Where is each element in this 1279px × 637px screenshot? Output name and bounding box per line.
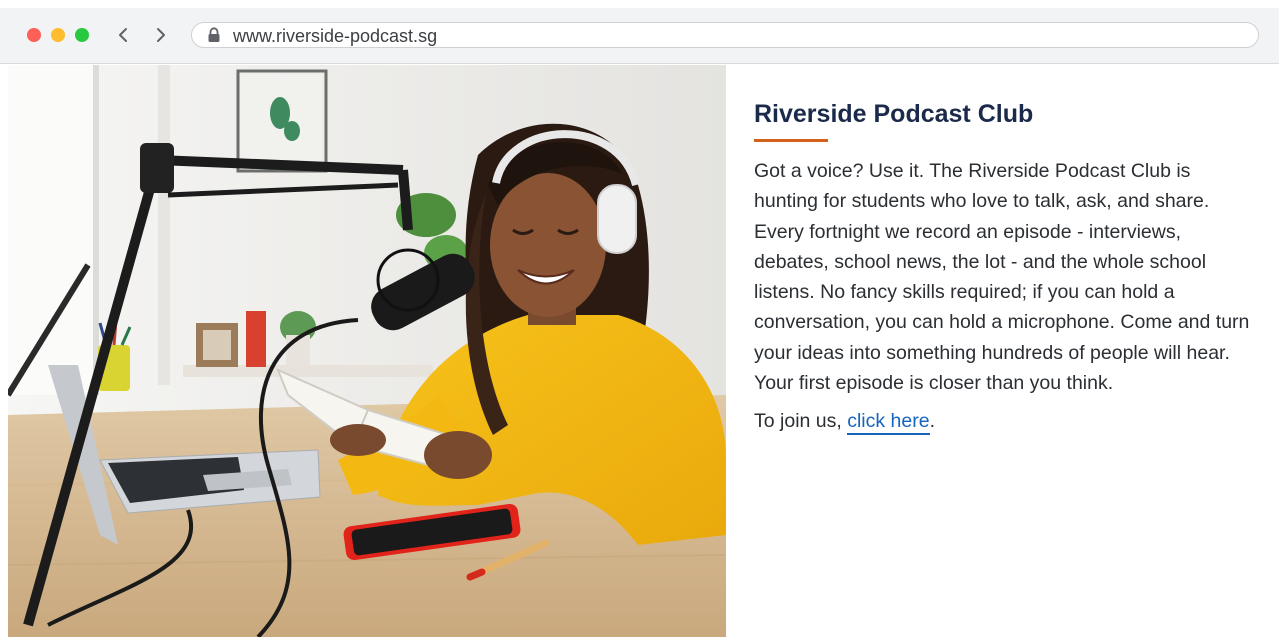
back-button[interactable] bbox=[111, 22, 135, 48]
hero-photo bbox=[8, 65, 726, 637]
forward-button[interactable] bbox=[149, 22, 173, 48]
chevron-left-icon bbox=[119, 28, 127, 42]
article: Riverside Podcast Club Got a voice? Use … bbox=[754, 96, 1254, 436]
browser-window: www.riverside-podcast.sg Riverside Podca… bbox=[0, 0, 1279, 637]
lock-icon bbox=[208, 27, 220, 42]
join-prefix-text: To join us, bbox=[754, 410, 848, 433]
join-link[interactable]: click here bbox=[847, 410, 930, 436]
title-accent-rule bbox=[754, 139, 828, 142]
zoom-window-button[interactable] bbox=[75, 28, 89, 42]
browser-toolbar: www.riverside-podcast.sg bbox=[0, 0, 1279, 64]
address-bar[interactable]: www.riverside-podcast.sg bbox=[191, 22, 1259, 48]
chevron-right-icon bbox=[157, 28, 165, 42]
url-text: www.riverside-podcast.sg bbox=[233, 26, 438, 46]
close-window-button[interactable] bbox=[27, 28, 41, 42]
join-paragraph: To join us, click here. bbox=[754, 406, 1254, 436]
minimize-window-button[interactable] bbox=[51, 28, 65, 42]
join-suffix-text: . bbox=[929, 410, 936, 433]
podcast-host-photo bbox=[8, 65, 726, 637]
page-title: Riverside Podcast Club bbox=[754, 100, 1034, 128]
article-body: Got a voice? Use it. The Riverside Podca… bbox=[754, 160, 1250, 395]
